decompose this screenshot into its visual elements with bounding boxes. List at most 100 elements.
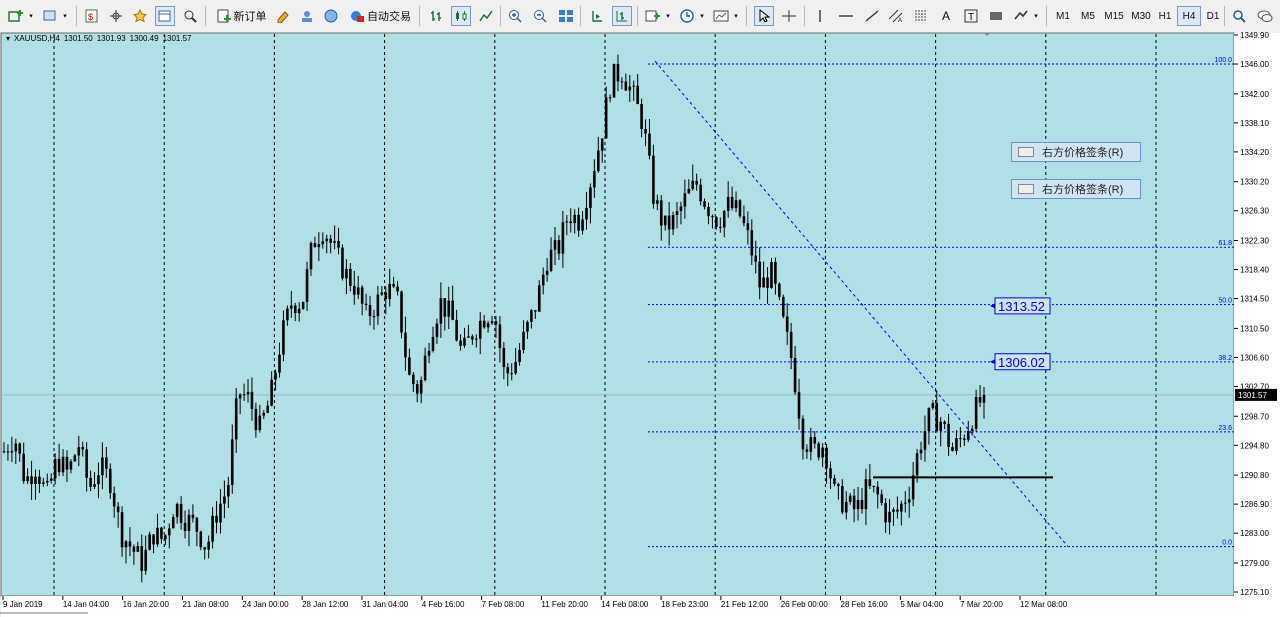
new-chart-icon[interactable] (6, 6, 26, 26)
candle-body (644, 128, 647, 134)
open-value: 1301.50 (63, 34, 93, 43)
candle-body (175, 503, 179, 518)
data-window-icon[interactable] (106, 6, 126, 26)
zoom-out-icon[interactable] (531, 6, 551, 26)
market-watch-icon[interactable]: $ (82, 6, 102, 26)
candle-body (864, 479, 868, 510)
candle-body (679, 206, 683, 212)
market-icon[interactable] (321, 6, 341, 26)
chat-icon[interactable] (1255, 6, 1275, 26)
candlestick-chart-icon[interactable] (451, 6, 471, 26)
candle-body (919, 449, 923, 454)
candle-body (691, 180, 695, 189)
arrows-icon[interactable] (1011, 6, 1031, 26)
candle-body (553, 240, 557, 250)
candle-body (471, 336, 474, 340)
templates-icon[interactable] (711, 6, 731, 26)
fib-level-label: 38.2 (1218, 355, 1232, 362)
dropdown-arrow-icon[interactable]: ▾ (731, 6, 741, 26)
candle-body (892, 509, 895, 512)
dropdown-arrow-icon[interactable]: ▾ (697, 6, 707, 26)
price-tick-label: 1346.00 (1240, 60, 1269, 69)
candle-body (195, 518, 199, 532)
fib-level-label: 50.0 (1218, 298, 1232, 305)
candle-body (474, 338, 478, 340)
candle-body (238, 394, 242, 399)
tile-windows-icon[interactable] (556, 6, 576, 26)
terminal-icon[interactable] (155, 6, 175, 26)
timeframe-m1[interactable]: M1 (1051, 6, 1075, 26)
price-tick-label: 1334.20 (1240, 148, 1269, 157)
dropdown-arrow-icon[interactable]: ▾ (1031, 6, 1041, 26)
price-chart[interactable]: 100.0 61.8 50.0 38.2 23.6 0.0 1349.90 1346.00 1… (0, 32, 1280, 617)
rectangle-icon[interactable] (986, 6, 1006, 26)
profiles-icon[interactable] (40, 6, 60, 26)
strategy-tester-icon[interactable] (180, 6, 200, 26)
candle-body (132, 546, 136, 552)
candle-body (565, 221, 569, 223)
indicators-icon[interactable] (643, 6, 663, 26)
candle-body (45, 480, 49, 483)
zoom-in-icon[interactable] (506, 6, 526, 26)
candle-body (305, 269, 309, 302)
cursor-icon[interactable] (754, 6, 774, 26)
chart-menu-icon[interactable]: ▾ (6, 34, 10, 43)
auto-trading-icon (351, 11, 364, 22)
price-tick-label: 1286.90 (1240, 500, 1269, 509)
candle-body (120, 512, 124, 548)
candle-body (903, 502, 907, 504)
candle-body (164, 535, 167, 540)
dropdown-arrow-icon[interactable]: ▾ (60, 6, 70, 26)
search-icon[interactable] (1230, 6, 1250, 26)
time-tick-label: 7 Mar 20:00 (960, 600, 1003, 609)
signals-icon[interactable] (297, 6, 317, 26)
dropdown-arrow-icon[interactable]: ▾ (663, 6, 673, 26)
candle-body (510, 373, 514, 375)
right-price-tag-1[interactable]: 右方价格签条(R) (1011, 142, 1141, 162)
trendline-icon[interactable] (862, 6, 882, 26)
bar-chart-icon[interactable] (426, 6, 446, 26)
chart-shift-icon[interactable] (612, 6, 632, 26)
metaeditor-icon[interactable] (273, 6, 293, 26)
timeframe-m5[interactable]: M5 (1076, 6, 1100, 26)
timeframe-h1[interactable]: H1 (1153, 6, 1177, 26)
navigator-icon[interactable] (130, 6, 150, 26)
crosshair-icon[interactable] (779, 6, 799, 26)
candle-body (215, 515, 218, 523)
svg-text:A: A (898, 18, 902, 23)
candle-body (974, 397, 978, 429)
candle-body (124, 541, 128, 548)
horizontal-line-icon[interactable] (836, 6, 856, 26)
close-value: 1301.57 (162, 34, 192, 43)
autoscroll-icon[interactable] (587, 6, 607, 26)
symbol-label: XAUUSD,H4 (14, 34, 60, 43)
candle-body (659, 200, 663, 226)
vertical-line-icon[interactable] (810, 6, 830, 26)
candle-body (770, 262, 773, 288)
line-chart-icon[interactable] (476, 6, 496, 26)
candle-body (872, 486, 876, 488)
candle-body (415, 384, 419, 394)
candle-body (844, 501, 848, 513)
text-icon[interactable]: A (936, 6, 956, 26)
price-tag-icon (1018, 184, 1034, 194)
timeframe-m30[interactable]: M30 (1128, 6, 1154, 26)
new-order-button[interactable]: 新订单 (212, 6, 270, 26)
fibonacci-icon[interactable] (911, 6, 931, 26)
channel-icon[interactable]: A (886, 6, 906, 26)
candle-body (219, 503, 222, 523)
timeframe-m15[interactable]: M15 (1101, 6, 1127, 26)
time-tick-label: 11 Feb 20:00 (541, 600, 588, 609)
candle-body (187, 514, 191, 532)
candle-body (282, 320, 285, 355)
timeframe-h4[interactable]: H4 (1177, 6, 1201, 26)
periods-icon[interactable] (677, 6, 697, 26)
dropdown-arrow-icon[interactable]: ▾ (26, 6, 36, 26)
auto-trading-button[interactable]: 自动交易 (346, 6, 414, 26)
candle-body (400, 291, 403, 333)
timeframe-d1[interactable]: D1 (1201, 6, 1225, 26)
right-price-tag-2[interactable]: 右方价格签条(R) (1011, 179, 1141, 199)
candle-body (569, 221, 573, 224)
text-label-icon[interactable]: T (961, 6, 981, 26)
candle-body (915, 453, 919, 476)
